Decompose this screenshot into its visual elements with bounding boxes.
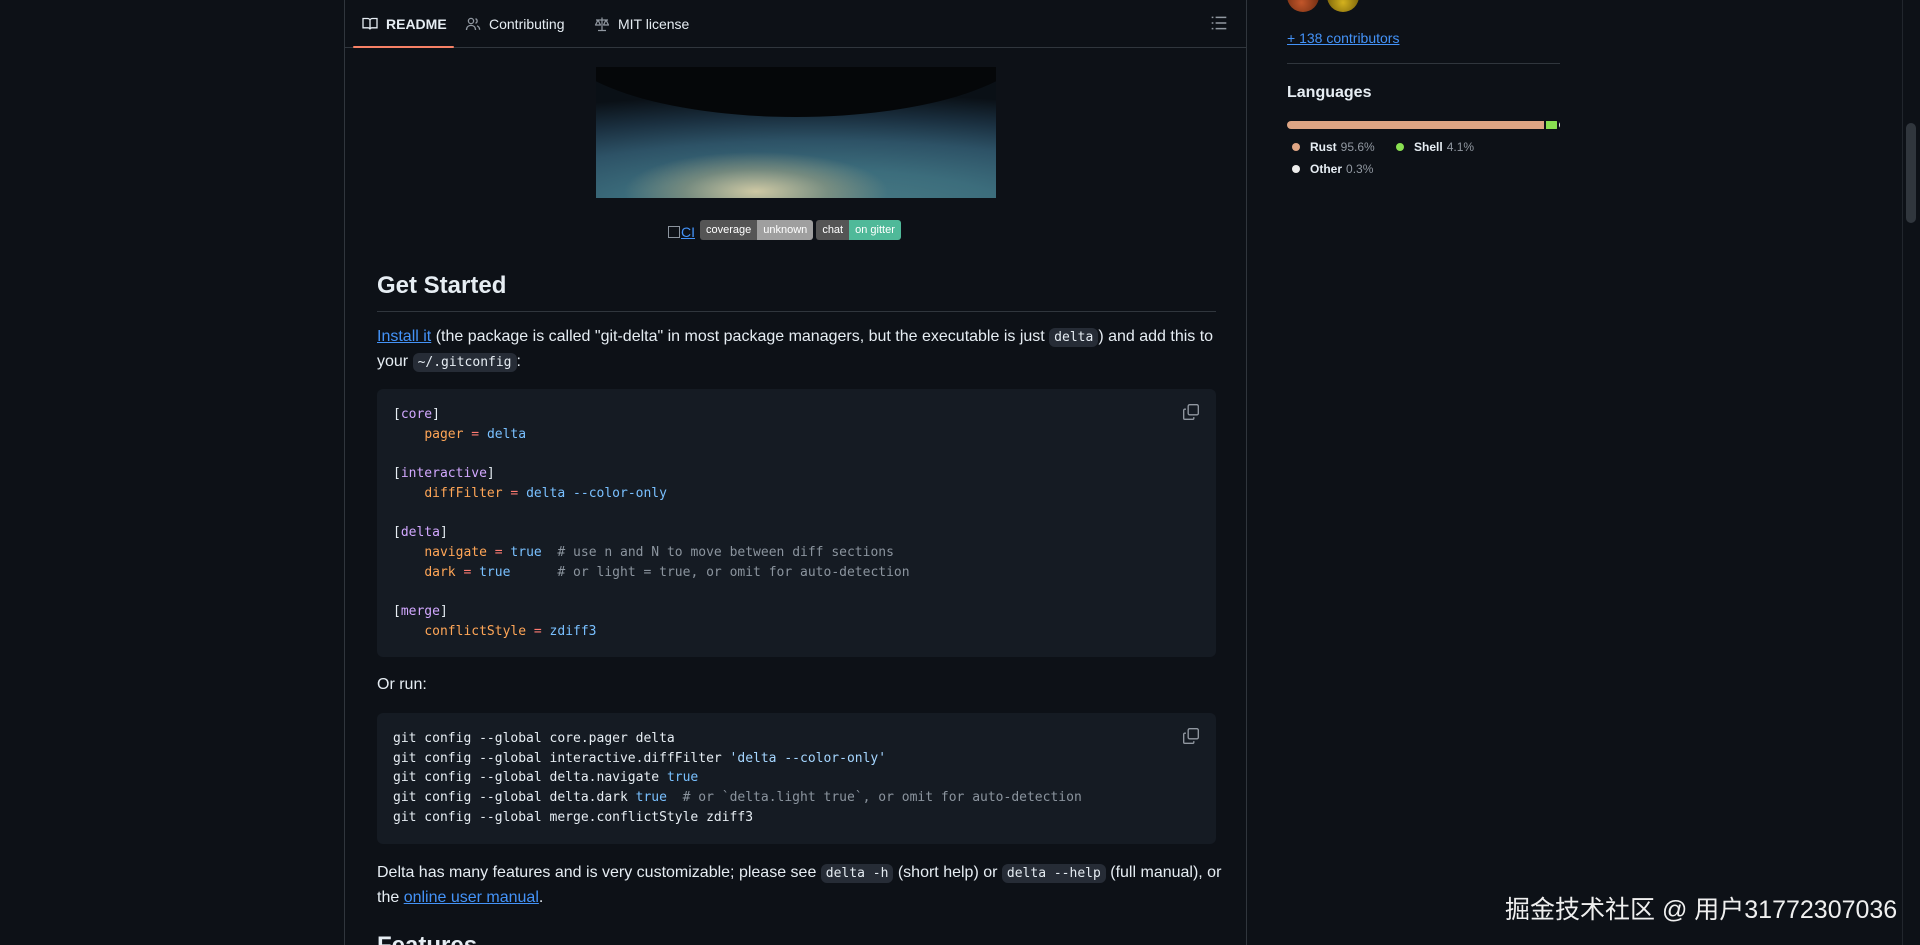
language-bar-segment-shell bbox=[1546, 121, 1558, 129]
install-paragraph: Install it (the package is called "git-d… bbox=[377, 325, 1222, 375]
shell-color-dot bbox=[1396, 143, 1404, 151]
gitconfig-code-block: [core] pager = delta [interactive] diffF… bbox=[377, 389, 1216, 657]
contributors-link[interactable]: + 138 contributors bbox=[1287, 30, 1399, 46]
features-text-a: Delta has many features and is very cust… bbox=[377, 864, 821, 881]
inline-code-delta: delta bbox=[1049, 328, 1099, 347]
copy-icon[interactable] bbox=[1182, 403, 1200, 421]
language-name: Shell bbox=[1414, 140, 1443, 154]
install-text-a: (the package is called "git-delta" in mo… bbox=[431, 328, 1050, 345]
chat-badge-left: chat bbox=[816, 220, 850, 240]
coverage-badge-left: coverage bbox=[700, 220, 758, 240]
watermark-text: 掘金技术社区 @ 用户31772307036 bbox=[1505, 896, 1898, 924]
tab-license[interactable]: MIT license bbox=[594, 0, 689, 47]
language-percent: 4.1% bbox=[1446, 140, 1475, 154]
coverage-badge[interactable]: coverage unknown bbox=[700, 220, 814, 240]
install-text-c: : bbox=[516, 353, 521, 370]
earth-banner-image bbox=[596, 67, 996, 198]
commands-code-block: git config --global core.pager delta git… bbox=[377, 713, 1216, 844]
language-other[interactable]: Other 0.3% bbox=[1292, 162, 1373, 176]
language-percent: 95.6% bbox=[1340, 140, 1375, 154]
rust-color-dot bbox=[1292, 143, 1300, 151]
chat-badge-right: on gitter bbox=[849, 220, 901, 240]
badges-row: CI coverage unknown chat on gitter bbox=[668, 220, 901, 240]
inline-code-gitconfig: ~/.gitconfig bbox=[412, 353, 517, 372]
language-rust[interactable]: Rust 95.6% bbox=[1292, 140, 1375, 154]
other-color-dot bbox=[1292, 165, 1300, 173]
tab-license-label: MIT license bbox=[618, 15, 690, 32]
readme-panel: README Contributing MIT license CI cover… bbox=[344, 0, 1247, 945]
language-bar-segment-rust bbox=[1287, 121, 1545, 129]
tab-readme-label: README bbox=[386, 15, 447, 32]
copy-icon[interactable] bbox=[1182, 727, 1200, 745]
tab-contributing-label: Contributing bbox=[489, 15, 565, 32]
features-heading: Features bbox=[377, 932, 477, 945]
contributor-avatar[interactable] bbox=[1327, 0, 1359, 12]
language-percent: 0.3% bbox=[1346, 162, 1374, 176]
features-text-b: (short help) or bbox=[893, 864, 1002, 881]
repo-sidebar: + 138 contributors Languages Rust 95.6% … bbox=[1287, 0, 1560, 945]
contributor-avatar[interactable] bbox=[1287, 0, 1319, 12]
tab-contributing[interactable]: Contributing bbox=[465, 0, 565, 47]
get-started-heading: Get Started bbox=[377, 271, 1216, 312]
languages-bar bbox=[1287, 121, 1560, 129]
tab-readme[interactable]: README bbox=[353, 0, 454, 48]
inline-code-short-help: delta -h bbox=[820, 864, 894, 883]
readme-tabs: README Contributing MIT license bbox=[345, 0, 1246, 48]
book-icon bbox=[362, 17, 378, 30]
language-name: Rust bbox=[1310, 140, 1337, 154]
coverage-badge-right: unknown bbox=[757, 220, 814, 240]
ci-badge-alt: CI bbox=[681, 224, 695, 240]
chat-badge[interactable]: chat on gitter bbox=[816, 220, 901, 240]
people-icon bbox=[465, 17, 481, 30]
language-name: Other bbox=[1310, 162, 1343, 176]
scale-icon bbox=[594, 17, 610, 31]
language-shell[interactable]: Shell 4.1% bbox=[1396, 140, 1474, 154]
languages-heading: Languages bbox=[1287, 84, 1372, 101]
language-bar-segment-other bbox=[1559, 121, 1560, 129]
online-manual-link[interactable]: online user manual bbox=[404, 889, 539, 906]
scrollbar-thumb[interactable] bbox=[1906, 123, 1916, 223]
broken-image-icon bbox=[668, 226, 680, 238]
sidebar-divider bbox=[1287, 63, 1560, 64]
ci-badge-link[interactable]: CI bbox=[668, 224, 695, 240]
or-run-text: Or run: bbox=[377, 676, 427, 693]
features-text-d: . bbox=[538, 889, 544, 906]
install-link[interactable]: Install it bbox=[377, 328, 431, 345]
list-outline-icon[interactable] bbox=[1210, 14, 1228, 32]
inline-code-full-manual: delta --help bbox=[1001, 864, 1106, 883]
features-paragraph: Delta has many features and is very cust… bbox=[377, 861, 1222, 910]
